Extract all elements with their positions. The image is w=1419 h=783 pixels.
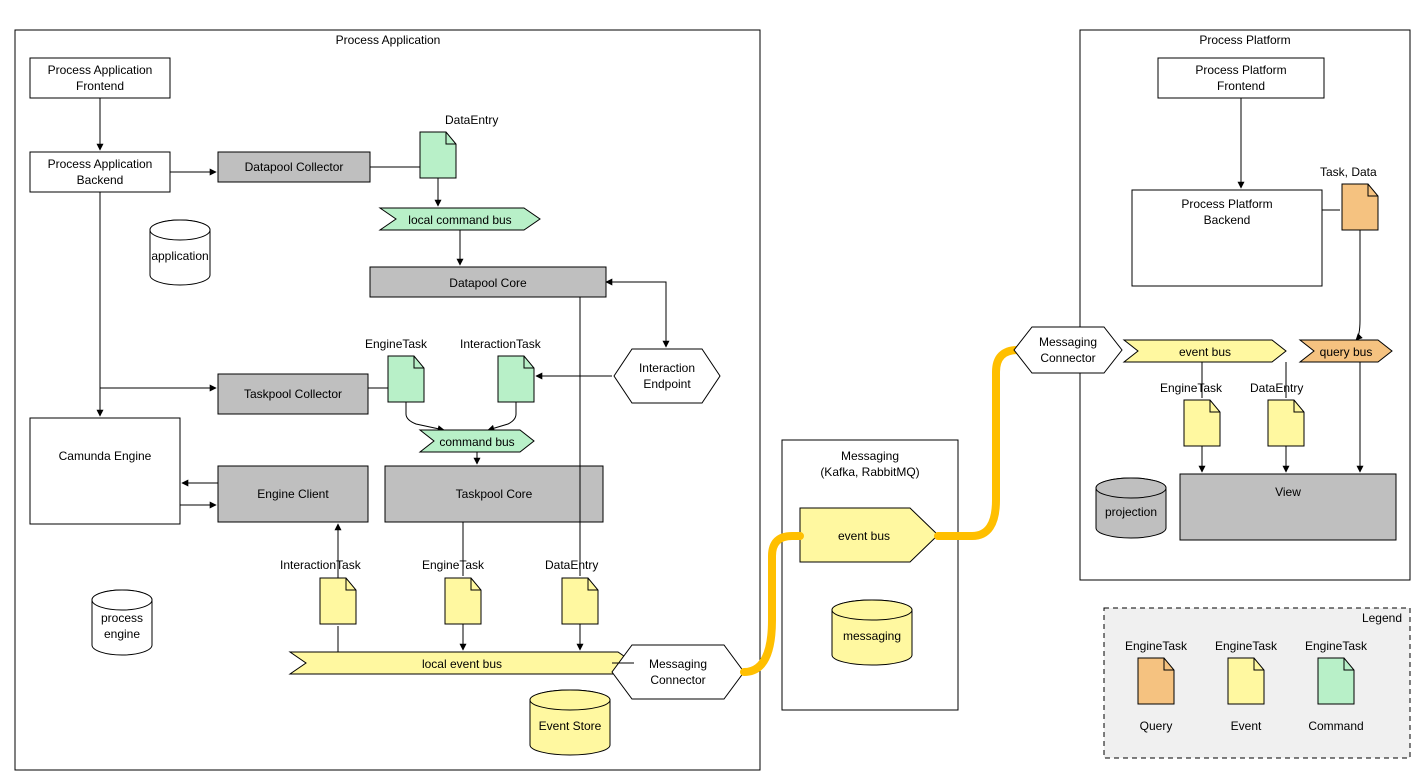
svg-text:local command bus: local command bus — [408, 213, 511, 227]
svg-text:messaging: messaging — [843, 629, 901, 643]
svg-text:event bus: event bus — [838, 529, 890, 543]
arrow-dpcore-to-endpoint — [606, 282, 666, 347]
svg-text:DataEntry: DataEntry — [545, 558, 598, 572]
process-engine-db: process engine — [92, 590, 152, 655]
svg-text:EngineTask: EngineTask — [365, 337, 428, 351]
data-entry-note-green: DataEntry — [420, 113, 498, 178]
application-db: application — [150, 220, 210, 285]
local-command-bus: local command bus — [380, 208, 540, 230]
svg-text:Task, Data: Task, Data — [1320, 165, 1377, 179]
svg-text:Connector: Connector — [1040, 351, 1095, 365]
svg-text:InteractionTask: InteractionTask — [280, 558, 362, 572]
pp-messaging-connector: Messaging Connector — [1014, 327, 1122, 373]
task-data-note: Task, Data — [1320, 165, 1378, 230]
svg-text:projection: projection — [1105, 505, 1157, 519]
svg-text:Process Application: Process Application — [48, 157, 153, 171]
svg-text:Connector: Connector — [650, 673, 705, 687]
thick-link-right — [938, 350, 1018, 536]
svg-text:DataEntry: DataEntry — [1250, 381, 1303, 395]
messaging-connector-left: Messaging Connector — [612, 645, 744, 699]
svg-text:local event bus: local event bus — [422, 657, 502, 671]
interaction-task-note-yellow: InteractionTask — [280, 558, 362, 624]
svg-text:application: application — [151, 249, 208, 263]
projection-db: projection — [1096, 478, 1166, 538]
svg-text:Datapool Collector: Datapool Collector — [245, 160, 344, 174]
svg-text:Frontend: Frontend — [76, 79, 124, 93]
svg-text:Engine Client: Engine Client — [257, 487, 329, 501]
svg-text:Messaging: Messaging — [649, 657, 707, 671]
svg-text:Process Application: Process Application — [48, 63, 153, 77]
arrow-enginetask-to-cb — [406, 402, 444, 430]
interaction-task-note-green: InteractionTask — [460, 337, 542, 402]
local-event-bus: local event bus — [290, 652, 634, 674]
svg-text:Interaction: Interaction — [639, 361, 695, 375]
pp-query-bus: query bus — [1300, 340, 1392, 362]
thick-link-left — [744, 536, 800, 672]
event-store-db: Event Store — [530, 690, 610, 755]
datapool-core-box: Datapool Core — [370, 267, 606, 297]
svg-text:EngineTask: EngineTask — [1215, 639, 1278, 653]
data-entry-note-yellow: DataEntry — [545, 558, 598, 624]
interaction-endpoint: Interaction Endpoint — [614, 349, 720, 403]
messaging-db: messaging — [832, 600, 912, 665]
svg-text:DataEntry: DataEntry — [445, 113, 498, 127]
svg-text:Camunda Engine: Camunda Engine — [59, 449, 152, 463]
svg-text:Frontend: Frontend — [1217, 79, 1265, 93]
svg-text:process: process — [101, 611, 143, 625]
svg-text:Messaging: Messaging — [841, 449, 899, 463]
svg-text:Event Store: Event Store — [539, 719, 602, 733]
datapool-collector-box: Datapool Collector — [218, 152, 370, 182]
command-bus: command bus — [420, 430, 534, 452]
svg-text:Taskpool Core: Taskpool Core — [456, 487, 533, 501]
svg-text:Messaging: Messaging — [1039, 335, 1097, 349]
svg-text:Backend: Backend — [77, 173, 124, 187]
process-platform-title: Process Platform — [1199, 33, 1290, 47]
svg-text:Datapool Core: Datapool Core — [449, 276, 527, 290]
view-box: View — [1180, 474, 1396, 540]
event-bus-center: event bus — [800, 508, 938, 562]
pp-frontend-box: Process Platform Frontend — [1158, 58, 1324, 98]
messaging-container: Messaging (Kafka, RabbitMQ) — [782, 440, 958, 710]
svg-text:Query: Query — [1140, 719, 1173, 733]
svg-text:engine: engine — [104, 627, 140, 641]
taskpool-collector-box: Taskpool Collector — [218, 374, 368, 414]
arrow-taskdata-to-querybus — [1356, 230, 1360, 340]
svg-text:event bus: event bus — [1179, 345, 1231, 359]
pp-engine-task-note: EngineTask — [1160, 381, 1223, 446]
svg-text:Legend: Legend — [1362, 611, 1402, 625]
svg-text:(Kafka, RabbitMQ): (Kafka, RabbitMQ) — [820, 465, 919, 479]
svg-text:query bus: query bus — [1320, 345, 1373, 359]
svg-text:Taskpool Collector: Taskpool Collector — [244, 387, 342, 401]
architecture-diagram: Process Application Process Application … — [0, 0, 1419, 783]
svg-text:EngineTask: EngineTask — [1305, 639, 1368, 653]
svg-text:EngineTask: EngineTask — [422, 558, 485, 572]
svg-text:View: View — [1275, 485, 1301, 499]
svg-text:EngineTask: EngineTask — [1125, 639, 1188, 653]
svg-text:InteractionTask: InteractionTask — [460, 337, 542, 351]
pp-event-bus: event bus — [1124, 340, 1286, 362]
taskpool-core-box: Taskpool Core — [385, 466, 603, 522]
arrow-interactiontask-to-cb — [488, 402, 516, 430]
engine-client-box: Engine Client — [218, 466, 368, 522]
engine-task-note-green: EngineTask — [365, 337, 428, 402]
svg-text:Event: Event — [1231, 719, 1262, 733]
svg-text:Endpoint: Endpoint — [643, 377, 691, 391]
svg-text:Process Platform: Process Platform — [1181, 197, 1272, 211]
svg-text:Process Platform: Process Platform — [1195, 63, 1286, 77]
svg-text:Command: Command — [1308, 719, 1363, 733]
camunda-engine-box: Camunda Engine — [30, 418, 180, 524]
svg-text:Backend: Backend — [1204, 213, 1251, 227]
pp-data-entry-note: DataEntry — [1250, 381, 1304, 446]
pa-backend-box: Process Application Backend — [30, 152, 170, 192]
svg-text:command bus: command bus — [439, 435, 514, 449]
process-application-title: Process Application — [336, 33, 441, 47]
pa-frontend-box: Process Application Frontend — [30, 58, 170, 98]
svg-text:EngineTask: EngineTask — [1160, 381, 1223, 395]
engine-task-note-yellow: EngineTask — [422, 558, 485, 624]
pp-backend-box: Process Platform Backend — [1132, 190, 1322, 286]
